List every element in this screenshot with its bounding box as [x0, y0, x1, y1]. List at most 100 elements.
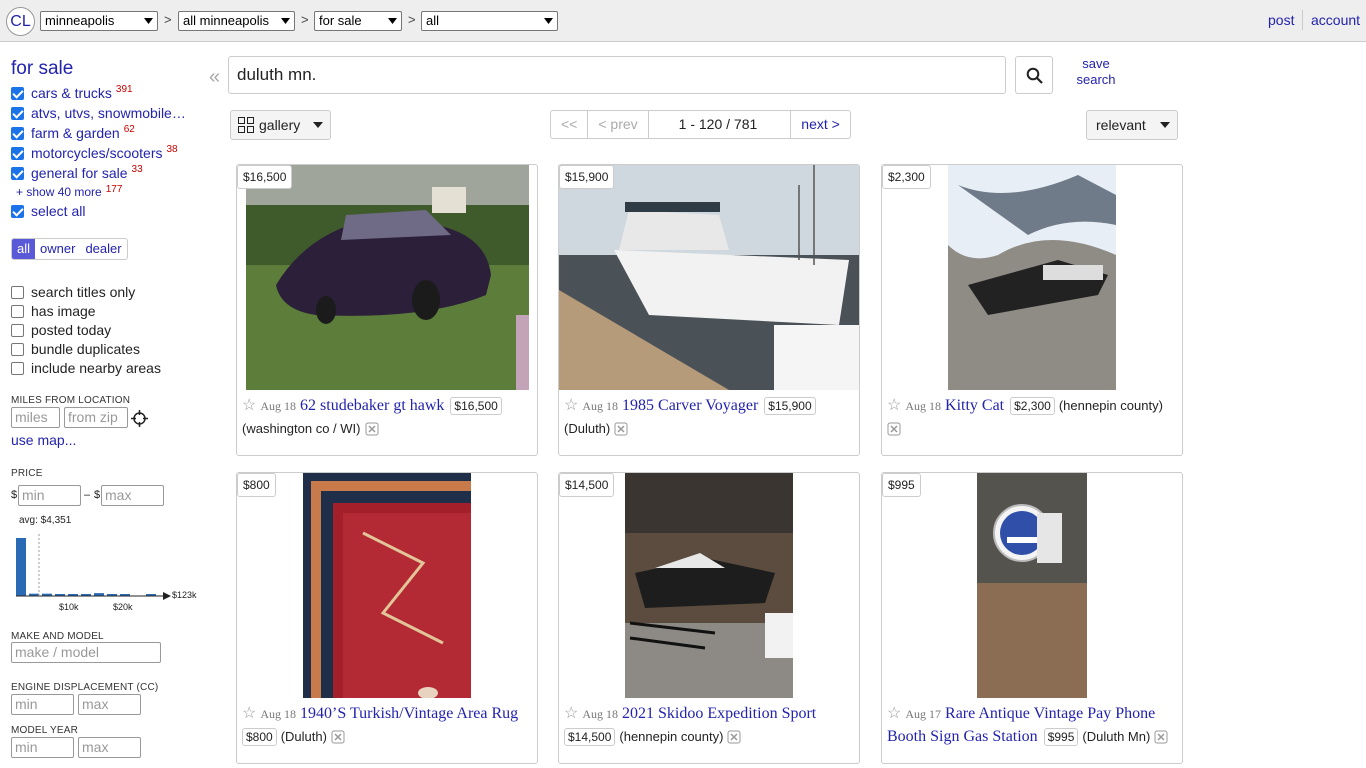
- checkbox[interactable]: [11, 126, 24, 140]
- checkbox[interactable]: [11, 166, 24, 180]
- listing-card[interactable]: $14,500 ☆ Aug 18 2021 Skidoo Expedition Sp…: [558, 472, 860, 764]
- show-more-link[interactable]: + show 40 more 177: [16, 184, 122, 199]
- price-tag: $14,500: [559, 473, 615, 497]
- prev-page-button[interactable]: < prev: [588, 111, 649, 138]
- view-mode-button[interactable]: gallery: [230, 110, 331, 140]
- chevron-down-icon: [544, 18, 553, 24]
- listing-card[interactable]: $15,900 ☆ Aug 18 1985 Carver Voyager $15,90…: [558, 164, 860, 456]
- listing-title[interactable]: 62 studebaker gt hawk: [300, 397, 444, 414]
- area-select[interactable]: minneapolis: [40, 11, 158, 31]
- seller-type-toggle: all owner dealer: [11, 238, 128, 260]
- hide-listing-icon[interactable]: [887, 422, 901, 436]
- checkbox[interactable]: [11, 361, 24, 375]
- filter-label[interactable]: atvs, utvs, snowmobile…: [31, 105, 186, 121]
- listing-card[interactable]: $2,300 ☆ Aug 18 Kitty Cat $2,300 (hennepin c…: [881, 164, 1183, 456]
- search-button[interactable]: [1015, 56, 1053, 94]
- category-filter-motorcycles[interactable]: motorcycles/scooters 38: [11, 144, 178, 162]
- listing-title[interactable]: Kitty Cat: [945, 397, 1004, 414]
- filter-label[interactable]: general for sale: [31, 165, 128, 181]
- crosshair-icon[interactable]: [131, 410, 148, 427]
- option-bundle-duplicates[interactable]: bundle duplicates: [11, 340, 140, 358]
- select-all-label[interactable]: select all: [31, 203, 85, 219]
- seller-owner[interactable]: owner: [35, 239, 80, 259]
- option-nearby-areas[interactable]: include nearby areas: [11, 359, 161, 377]
- star-icon[interactable]: ☆: [564, 703, 578, 725]
- post-link[interactable]: post: [1268, 12, 1294, 28]
- listing-card[interactable]: $995 ☆ Aug 17 Rare Antique Vintage Pay Pho…: [881, 472, 1183, 764]
- divider: [1302, 10, 1303, 30]
- option-search-titles[interactable]: search titles only: [11, 283, 135, 301]
- price-max-input[interactable]: max: [101, 485, 164, 506]
- hide-listing-icon[interactable]: [331, 730, 345, 744]
- hide-listing-icon[interactable]: [365, 422, 379, 436]
- category-filter-general[interactable]: general for sale 33: [11, 164, 143, 182]
- listing-meta: ☆ Aug 18 1985 Carver Voyager $15,900 (Dulut…: [564, 394, 854, 440]
- hide-listing-icon[interactable]: [1154, 730, 1168, 744]
- checkbox[interactable]: [11, 86, 24, 100]
- category-heading[interactable]: for sale: [11, 58, 73, 80]
- category-select[interactable]: for sale: [314, 11, 402, 31]
- listing-image-car[interactable]: [246, 165, 529, 390]
- filter-count: 391: [115, 83, 133, 95]
- listing-image-skidoo[interactable]: [625, 473, 793, 698]
- filter-label[interactable]: motorcycles/scooters: [31, 145, 162, 161]
- listing-title[interactable]: 1940’S Turkish/Vintage Area Rug: [300, 705, 518, 722]
- star-icon[interactable]: ☆: [564, 395, 578, 417]
- listing-title[interactable]: 2021 Skidoo Expedition Sport: [622, 705, 816, 722]
- option-has-image[interactable]: has image: [11, 302, 96, 320]
- star-icon[interactable]: ☆: [242, 395, 256, 417]
- engine-max-input[interactable]: max: [78, 694, 141, 715]
- star-icon[interactable]: ☆: [887, 395, 901, 417]
- category-filter-atvs[interactable]: atvs, utvs, snowmobile…: [11, 104, 186, 122]
- zip-input[interactable]: from zip: [64, 407, 128, 428]
- subarea-select[interactable]: all minneapolis: [178, 11, 295, 31]
- engine-min-input[interactable]: min: [11, 694, 74, 715]
- star-icon[interactable]: ☆: [887, 703, 901, 725]
- search-input[interactable]: duluth mn.: [228, 56, 1006, 94]
- listing-card[interactable]: $16,500 ☆ Aug 18 62 studebaker gt hawk $16,…: [236, 164, 538, 456]
- listing-card[interactable]: $800 ☆ Aug 18 1940’S Turkish/Vintage Area …: [236, 472, 538, 764]
- seller-dealer[interactable]: dealer: [80, 239, 126, 259]
- subcategory-select[interactable]: all: [421, 11, 558, 31]
- listing-image-phone-sign[interactable]: [977, 473, 1087, 698]
- star-icon[interactable]: ☆: [242, 703, 256, 725]
- year-max-input[interactable]: max: [78, 737, 141, 758]
- use-map-link[interactable]: use map...: [11, 432, 76, 448]
- checkbox[interactable]: [11, 323, 24, 337]
- listing-price: $995: [1043, 728, 1079, 746]
- checkbox[interactable]: [11, 342, 24, 356]
- collapse-sidebar-icon[interactable]: «: [209, 66, 220, 89]
- listing-image-boat[interactable]: [559, 165, 859, 390]
- account-link[interactable]: account: [1311, 12, 1360, 28]
- seller-all[interactable]: all: [12, 239, 36, 259]
- listing-meta: ☆ Aug 17 Rare Antique Vintage Pay Phone Bo…: [887, 702, 1177, 748]
- listing-title[interactable]: 1985 Carver Voyager: [622, 397, 758, 414]
- category-filter-farm-garden[interactable]: farm & garden 62: [11, 124, 135, 142]
- sort-select[interactable]: relevant: [1086, 110, 1178, 140]
- option-posted-today[interactable]: posted today: [11, 321, 111, 339]
- next-page-button[interactable]: next >: [791, 111, 850, 138]
- checkbox[interactable]: [11, 304, 24, 318]
- price-histogram[interactable]: avg: $4,351 $10k $20k $123k: [11, 515, 211, 620]
- first-page-button[interactable]: <<: [551, 111, 589, 138]
- save-search-link[interactable]: save search: [1072, 56, 1120, 88]
- make-model-input[interactable]: make / model: [11, 642, 161, 663]
- checkbox[interactable]: [11, 204, 24, 218]
- craigslist-logo[interactable]: CL: [6, 7, 35, 36]
- filter-label[interactable]: cars & trucks: [31, 85, 112, 101]
- checkbox[interactable]: [11, 285, 24, 299]
- listing-meta: ☆ Aug 18 Kitty Cat $2,300 (hennepin county): [887, 394, 1177, 439]
- category-filter-cars-trucks[interactable]: cars & trucks 391: [11, 84, 133, 102]
- hide-listing-icon[interactable]: [727, 730, 741, 744]
- listing-image-rug[interactable]: [303, 473, 471, 698]
- price-min-input[interactable]: min: [18, 485, 81, 506]
- select-all[interactable]: select all: [11, 202, 85, 220]
- year-min-input[interactable]: min: [11, 737, 74, 758]
- listing-image-snowmobile[interactable]: [948, 165, 1116, 390]
- checkbox[interactable]: [11, 146, 24, 160]
- histogram-tick: $123k: [172, 590, 197, 600]
- checkbox[interactable]: [11, 106, 24, 120]
- filter-label[interactable]: farm & garden: [31, 125, 120, 141]
- hide-listing-icon[interactable]: [614, 422, 628, 436]
- miles-input[interactable]: miles: [11, 407, 60, 428]
